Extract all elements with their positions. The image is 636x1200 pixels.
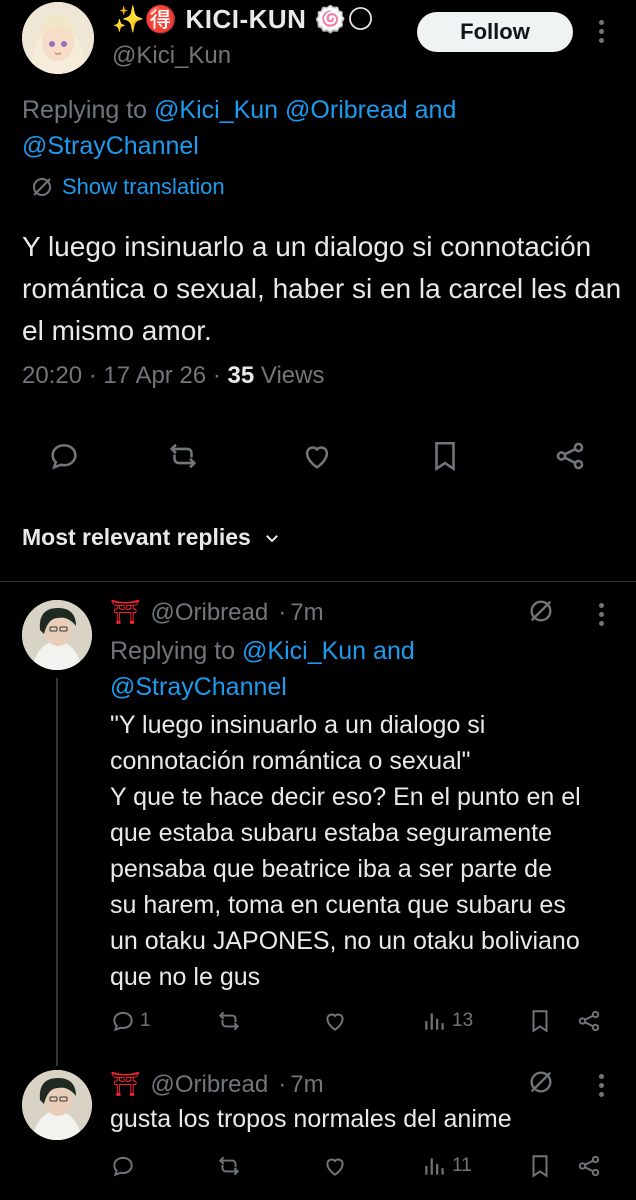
- thread-line: [56, 678, 58, 1066]
- reply-handle[interactable]: @Oribread: [150, 599, 268, 627]
- reply-text: "Y luego insinuarlo a un dialogo si conn…: [110, 707, 630, 995]
- mention-link[interactable]: @StrayChannel: [110, 673, 287, 701]
- views-button[interactable]: 11: [422, 1153, 472, 1179]
- torii-icon: ⛩: [110, 1071, 141, 1098]
- reply-text-line: un otaku JAPONES, no un otaku boliviano: [110, 927, 580, 955]
- mention-link[interactable]: @Kici_Kun: [242, 637, 366, 665]
- reply-button[interactable]: 1: [110, 1008, 151, 1034]
- reply-icon[interactable]: [47, 439, 81, 473]
- divider: [0, 581, 636, 582]
- author-display-name[interactable]: ✨🉐 KICI-KUN 🍥🌕: [112, 4, 375, 35]
- views-count: 13: [452, 1010, 474, 1031]
- replying-and: and: [414, 96, 457, 124]
- more-icon[interactable]: [597, 603, 605, 630]
- reply-text-line: su harem, toma en cuenta que subaru es: [110, 891, 566, 919]
- author-handle[interactable]: @Kici_Kun: [112, 42, 231, 70]
- reply-text-line: "Y luego insinuarlo a un dialogo si: [110, 711, 486, 739]
- replying-prefix: Replying to: [22, 96, 148, 124]
- sort-label: Most relevant replies: [22, 524, 251, 550]
- share-icon[interactable]: [553, 439, 587, 473]
- views-icon: [425, 1013, 444, 1030]
- reply-header: ⛩ @Oribread · 7m: [110, 598, 324, 627]
- retweet-icon[interactable]: [166, 439, 200, 473]
- reply-handle[interactable]: @Oribread: [150, 1071, 268, 1099]
- replying-and: and: [373, 637, 415, 665]
- follow-button[interactable]: Follow: [417, 12, 573, 52]
- share-icon[interactable]: [576, 1153, 602, 1179]
- views-label: Views: [260, 362, 325, 389]
- reply-text: gusta los tropos normales del anime: [110, 1105, 512, 1133]
- views-count: 11: [452, 1155, 472, 1176]
- sort-replies-dropdown[interactable]: Most relevant replies: [22, 524, 281, 551]
- retweet-icon[interactable]: [216, 1153, 242, 1179]
- show-translation-label: Show translation: [62, 174, 225, 199]
- views-icon: [425, 1158, 444, 1175]
- mention-link[interactable]: @Oribread: [285, 96, 408, 124]
- show-translation-link[interactable]: Show translation: [30, 174, 225, 200]
- views-button[interactable]: 13: [422, 1008, 473, 1034]
- replying-to: Replying to @Kici_Kun @Oribread and @Str…: [22, 92, 542, 164]
- chevron-down-icon: [263, 529, 281, 547]
- more-icon[interactable]: [597, 1074, 605, 1101]
- retweet-icon[interactable]: [216, 1008, 242, 1034]
- torii-icon: ⛩: [110, 599, 141, 626]
- share-icon[interactable]: [576, 1008, 602, 1034]
- translate-icon[interactable]: [527, 1068, 555, 1096]
- heart-icon[interactable]: [322, 1008, 348, 1034]
- reply-icon[interactable]: [110, 1153, 136, 1179]
- tweet-meta: 20:20 · 17 Apr 26 · 35 Views: [22, 362, 325, 389]
- mention-link[interactable]: @Kici_Kun: [154, 96, 278, 124]
- reply-text-line: connotación romántica o sexual": [110, 747, 471, 775]
- reply-text-line: pensaba que beatrice iba a ser parte de: [110, 855, 552, 883]
- reply-replying-to: Replying to @Kici_Kun and @StrayChannel: [110, 633, 610, 705]
- author-avatar[interactable]: [22, 2, 94, 74]
- reply-time[interactable]: 7m: [290, 599, 323, 627]
- bookmark-icon[interactable]: [527, 1008, 553, 1034]
- reply-text-line: que no le gus: [110, 963, 261, 991]
- bookmark-icon[interactable]: [527, 1153, 553, 1179]
- reply-count: 1: [140, 1010, 151, 1031]
- heart-icon[interactable]: [322, 1153, 348, 1179]
- views-count: 35: [227, 362, 255, 389]
- tweet-text: Y luego insinuarlo a un dialogo si conno…: [22, 231, 622, 346]
- reply-icon: [113, 1011, 133, 1032]
- heart-icon[interactable]: [300, 439, 334, 473]
- translate-icon: [30, 175, 54, 199]
- mention-link[interactable]: @StrayChannel: [22, 132, 199, 160]
- reply-time[interactable]: 7m: [290, 1071, 323, 1099]
- translate-icon[interactable]: [527, 597, 555, 625]
- reply-text-line: Y que te hace decir eso? En el punto en …: [110, 783, 581, 811]
- reply-header: ⛩ @Oribread · 7m: [110, 1070, 324, 1099]
- replying-prefix: Replying to: [110, 637, 236, 665]
- bookmark-icon[interactable]: [428, 439, 462, 473]
- reply-avatar[interactable]: [22, 600, 92, 670]
- reply-text-line: que estaba subaru estaba seguramente: [110, 819, 552, 847]
- reply-avatar[interactable]: [22, 1070, 92, 1140]
- tweet-date[interactable]: 17 Apr 26: [103, 362, 206, 389]
- tweet-time[interactable]: 20:20: [22, 362, 82, 389]
- more-icon[interactable]: [597, 20, 605, 47]
